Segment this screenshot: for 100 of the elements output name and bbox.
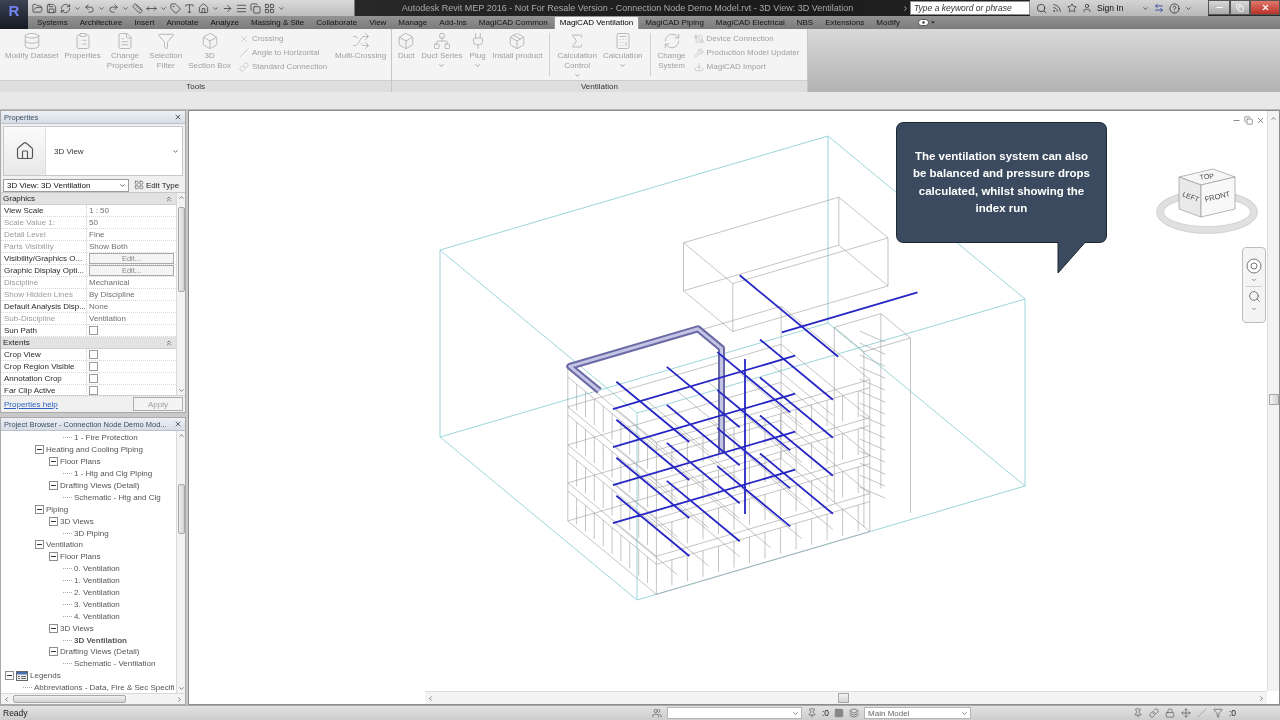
tree-item[interactable]: Schematic - Htg and Clg	[74, 492, 161, 502]
tree-item[interactable]: 2. Ventilation	[74, 588, 120, 597]
tree-item[interactable]: 3D Views	[60, 623, 94, 633]
close-icon[interactable]	[1256, 116, 1265, 125]
tree-item[interactable]: 3D Ventilation	[74, 635, 127, 645]
tree-item[interactable]: Heating and Cooling Piping	[46, 445, 143, 455]
model-dropdown[interactable]: Main Model	[864, 707, 972, 719]
save-icon[interactable]	[46, 2, 57, 14]
type-selector[interactable]: 3D View	[3, 126, 183, 176]
scrollbar-thumb[interactable]	[838, 693, 849, 703]
tree-item[interactable]: 0. Ventilation	[74, 564, 120, 574]
collapse-icon[interactable]	[49, 623, 58, 633]
ribbon-tab[interactable]: MagiCAD Ventilation	[553, 16, 640, 29]
collapse-icon[interactable]	[35, 504, 44, 514]
redo-icon[interactable]	[108, 2, 119, 14]
collapse-icon[interactable]	[49, 552, 58, 562]
tree-item[interactable]: Floor Plans	[60, 457, 101, 467]
chevron-down-icon[interactable]	[177, 685, 185, 692]
view-selector[interactable]: 3D View: 3D Ventilation	[3, 178, 129, 192]
wheel-icon[interactable]	[1246, 258, 1262, 274]
collapse-icon[interactable]	[49, 457, 58, 467]
collapse-icon[interactable]	[35, 540, 44, 550]
tree-item[interactable]: Legends	[30, 671, 61, 681]
collapse-icon[interactable]	[49, 647, 58, 657]
horizontal-scrollbar[interactable]	[1, 693, 185, 704]
horizontal-scrollbar[interactable]	[425, 691, 1267, 704]
vertical-scrollbar[interactable]	[176, 193, 185, 395]
chevron-left-icon[interactable]	[3, 695, 10, 703]
restore-icon[interactable]	[1244, 116, 1253, 125]
layers-icon[interactable]	[849, 708, 860, 718]
pin-icon[interactable]	[807, 708, 817, 718]
tree-item[interactable]: Drafting Views (Detail)	[60, 647, 140, 657]
chevron-right-icon[interactable]	[176, 695, 183, 703]
chevron-up-icon[interactable]	[177, 194, 185, 201]
ribbon-tab[interactable]: MagiCAD Common	[472, 16, 554, 29]
chevron-up-icon[interactable]	[177, 432, 185, 439]
scrollbar-thumb[interactable]	[1268, 394, 1279, 405]
chevron-left-icon[interactable]	[427, 694, 434, 702]
help-icon[interactable]	[1169, 2, 1181, 14]
undo-icon[interactable]	[84, 2, 95, 14]
user-icon[interactable]	[1082, 3, 1092, 13]
ribbon-tab[interactable]: MagiCAD Electrical	[709, 16, 791, 29]
lock-icon[interactable]	[1164, 708, 1175, 718]
house-icon[interactable]	[198, 2, 209, 14]
tree-item[interactable]: 1 - Fire Protection	[74, 433, 138, 443]
link-icon[interactable]	[1148, 708, 1159, 718]
arrows-icon[interactable]	[1154, 3, 1165, 13]
ribbon-tab[interactable]: Annotate	[160, 16, 205, 29]
tree-item[interactable]: 3. Ventilation	[74, 599, 120, 609]
grid-icon[interactable]	[264, 2, 275, 14]
tree-item[interactable]: 1 - Htg and Clg Piping	[74, 469, 153, 479]
checkbox[interactable]	[89, 362, 98, 371]
sign-in-link[interactable]: Sign In	[1097, 3, 1124, 13]
chevron-right-icon[interactable]	[1258, 694, 1265, 702]
ribbon-tab[interactable]: View	[363, 16, 393, 29]
chevron-up-icon[interactable]	[1270, 115, 1277, 122]
close-icon[interactable]	[174, 420, 182, 428]
ribbon-tab[interactable]: MagiCAD Piping	[639, 16, 710, 29]
zoom-icon[interactable]	[1247, 290, 1261, 303]
tree-item[interactable]: Abbreviations - Data, Fire & Sec Specifi	[34, 683, 175, 693]
ribbon-tab[interactable]: Architecture	[73, 16, 129, 29]
copy-icon[interactable]	[250, 2, 261, 14]
collapse-icon[interactable]	[49, 516, 58, 526]
arrow-right-icon[interactable]	[222, 2, 233, 14]
ribbon-tab[interactable]: NBS	[790, 16, 820, 29]
caret-icon[interactable]	[98, 4, 105, 12]
search-field[interactable]: Type a keyword or phrase	[910, 1, 1030, 15]
tree-item[interactable]: Ventilation	[46, 540, 83, 550]
caret-icon[interactable]	[1185, 4, 1193, 12]
caret-icon[interactable]	[278, 4, 285, 12]
chevron-right-icon[interactable]	[902, 4, 909, 12]
ribbon-tab[interactable]: Systems	[31, 16, 74, 29]
dropdown-icon[interactable]	[917, 19, 936, 26]
folder-icon[interactable]	[32, 2, 43, 14]
scrollbar-thumb[interactable]	[177, 484, 185, 534]
minimize-button[interactable]	[1208, 0, 1230, 15]
star-icon[interactable]	[1067, 3, 1077, 13]
caret-icon[interactable]	[1251, 306, 1257, 312]
checkbox[interactable]	[89, 326, 98, 335]
slash-icon[interactable]	[1196, 708, 1207, 718]
close-button[interactable]	[1250, 0, 1280, 15]
collapse-icon[interactable]	[35, 445, 44, 455]
tree-item[interactable]: 3D Piping	[74, 528, 109, 538]
scrollbar-thumb[interactable]	[177, 207, 185, 292]
checkbox[interactable]	[89, 386, 98, 395]
tag-icon[interactable]	[170, 2, 181, 14]
checkbox[interactable]	[89, 374, 98, 383]
tree-item[interactable]: Piping	[46, 504, 69, 514]
square-icon[interactable]	[834, 708, 845, 718]
tree-item[interactable]: 4. Ventilation	[74, 611, 120, 621]
caret-icon[interactable]	[212, 4, 219, 12]
caret-icon[interactable]	[160, 4, 167, 12]
collapse-icon[interactable]	[5, 671, 14, 681]
ruler-icon[interactable]	[132, 2, 143, 14]
restore-button[interactable]	[1230, 0, 1250, 15]
text-icon[interactable]	[184, 2, 195, 14]
ribbon-tab[interactable]: Massing & Site	[244, 16, 311, 29]
edit-type-button[interactable]: Edit Type	[132, 178, 182, 192]
funnel-icon[interactable]	[1212, 708, 1223, 718]
caret-icon[interactable]	[122, 4, 129, 12]
